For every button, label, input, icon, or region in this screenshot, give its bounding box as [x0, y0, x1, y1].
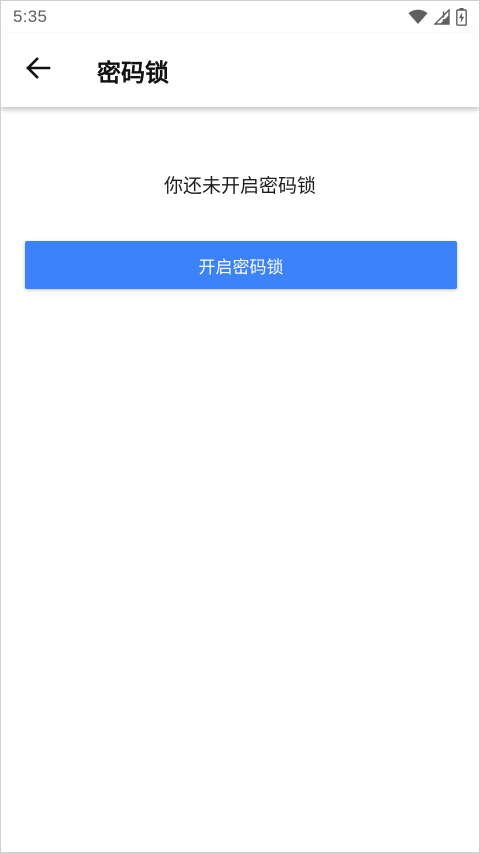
battery-charging-icon [456, 8, 467, 26]
lock-status-message: 你还未开启密码锁 [163, 175, 316, 197]
wifi-icon [408, 9, 428, 25]
cell-signal-icon [434, 9, 450, 25]
status-time: 5:35 [13, 7, 48, 26]
arrow-left-icon [25, 56, 51, 84]
app-bar: 密码锁 [1, 33, 479, 107]
status-bar: 5:35 [1, 1, 479, 33]
page-title: 密码锁 [97, 58, 169, 87]
enable-password-lock-button[interactable]: 开启密码锁 [25, 241, 457, 289]
back-button[interactable] [14, 46, 62, 94]
screen: 5:35 密码锁 你还未开启密码锁 开启密码锁 [0, 0, 480, 853]
status-icons [408, 8, 467, 26]
content-area: 你还未开启密码锁 开启密码锁 [1, 107, 479, 852]
